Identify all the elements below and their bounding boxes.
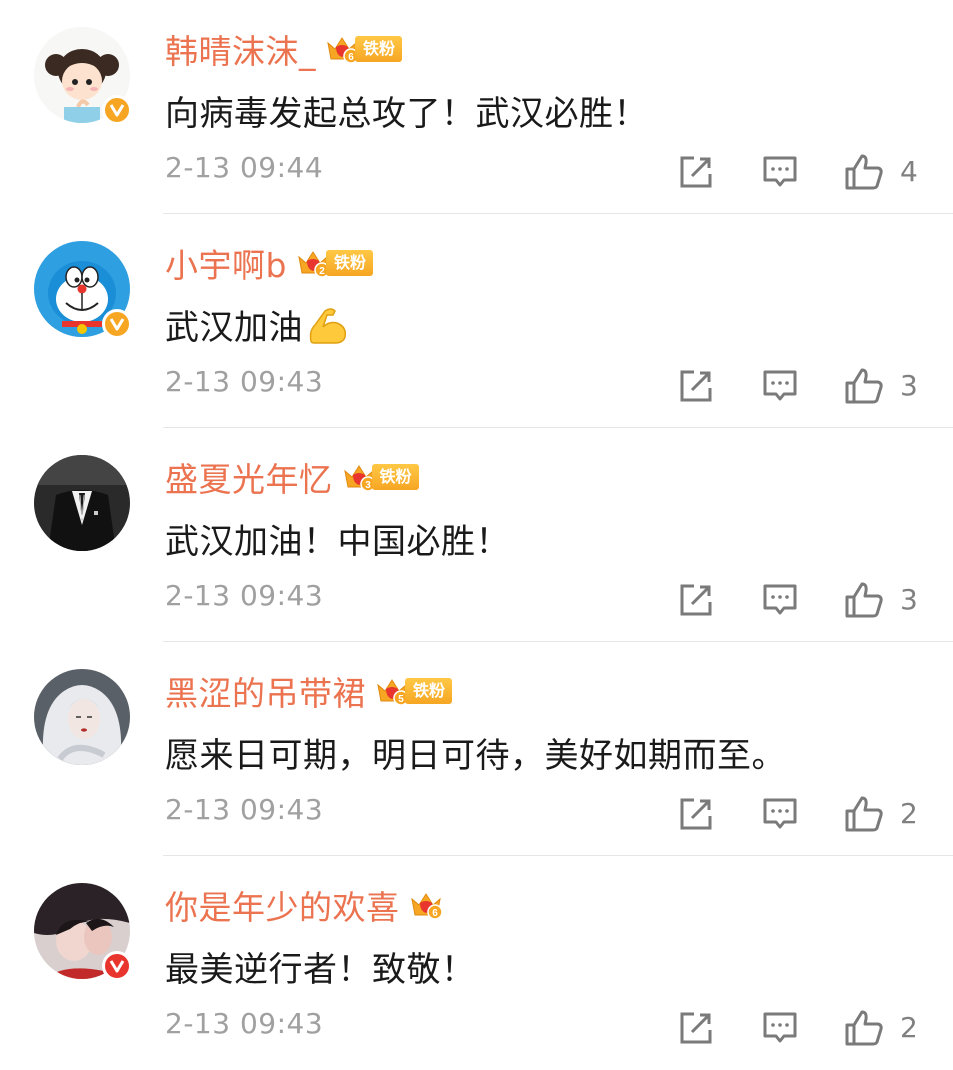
svg-text:3: 3 (365, 480, 371, 491)
comment-item: 韩晴沫沫_ 6 铁粉 向病毒发起总攻了！武汉必胜！ 2-13 09:44 4 (0, 0, 953, 214)
like-count: 3 (900, 583, 918, 616)
like-button[interactable] (842, 1006, 886, 1050)
comment-icon (763, 156, 797, 187)
like-count: 2 (900, 1011, 918, 1044)
comment-text: 愿来日可期，明日可待，美好如期而至。 (165, 736, 786, 776)
comment-item: 盛夏光年忆 3 铁粉 武汉加油！中国必胜！ 2-13 09:43 3 (0, 428, 953, 642)
fan-label: 铁粉 (371, 464, 419, 490)
fan-badge[interactable]: 6 铁粉 (325, 32, 403, 66)
username[interactable]: 你是年少的欢喜 (165, 881, 400, 929)
like-button[interactable] (842, 364, 886, 408)
username[interactable]: 黑涩的吊带裙 (165, 667, 366, 715)
thumbs-up-icon (845, 796, 883, 832)
avatar[interactable] (34, 883, 132, 981)
reply-button[interactable] (758, 364, 802, 408)
svg-text:6: 6 (432, 908, 438, 919)
like-count: 3 (900, 369, 918, 402)
username[interactable]: 韩晴沫沫_ (165, 25, 316, 73)
avatar[interactable] (34, 669, 130, 765)
crown-icon: 3 (343, 465, 376, 492)
crown-icon: 6 (327, 37, 359, 64)
verified-badge-icon (102, 951, 132, 981)
username[interactable]: 盛夏光年忆 (165, 453, 333, 501)
reply-button[interactable] (758, 1006, 802, 1050)
avatar[interactable] (34, 241, 132, 339)
verified-badge-icon (102, 95, 132, 125)
crown-icon: 2 (298, 251, 330, 278)
like-button[interactable] (842, 150, 886, 194)
share-icon (680, 584, 712, 616)
avatar[interactable] (34, 455, 130, 551)
avatar[interactable] (34, 27, 132, 125)
like-count: 4 (900, 155, 918, 188)
flexed-biceps-emoji (309, 308, 347, 344)
comment-text: 向病毒发起总攻了！武汉必胜！ (165, 94, 648, 134)
reply-button[interactable] (758, 150, 802, 194)
comment-icon (763, 1012, 797, 1043)
verified-badge-icon (102, 309, 132, 339)
thumbs-up-icon (845, 582, 883, 618)
comment-icon (763, 370, 797, 401)
comment-item: 黑涩的吊带裙 5 铁粉 愿来日可期，明日可待，美好如期而至。 2-13 09:4… (0, 642, 953, 856)
share-icon (680, 370, 712, 402)
crown-icon: 5 (377, 679, 409, 706)
fan-badge[interactable]: 5 铁粉 (375, 674, 453, 708)
svg-text:5: 5 (398, 694, 404, 705)
comment-text: 最美逆行者！致敬！ (165, 950, 476, 990)
share-icon (680, 1012, 712, 1044)
reply-button[interactable] (758, 578, 802, 622)
fan-label: 铁粉 (355, 36, 403, 62)
thumbs-up-icon (845, 1010, 883, 1046)
fan-badge[interactable]: 6 (409, 888, 443, 922)
reply-button[interactable] (758, 792, 802, 836)
like-count: 2 (900, 797, 918, 830)
comment-text-content: 武汉加油 (165, 308, 303, 348)
fan-label: 铁粉 (325, 250, 373, 276)
share-icon (680, 156, 712, 188)
svg-text:2: 2 (319, 266, 325, 277)
comment-item: 小宇啊b 2 铁粉 武汉加油 2-13 09:43 3 (0, 214, 953, 428)
thumbs-up-icon (845, 368, 883, 404)
share-button[interactable] (674, 150, 718, 194)
comment-icon (763, 584, 797, 615)
share-button[interactable] (674, 578, 718, 622)
fan-label: 铁粉 (405, 678, 453, 704)
comment-text: 武汉加油 (165, 300, 349, 349)
thumbs-up-icon (845, 154, 883, 190)
crown-icon: 6 (410, 893, 443, 920)
share-button[interactable] (674, 364, 718, 408)
comment-text: 武汉加油！中国必胜！ (165, 522, 510, 562)
comment-item: 你是年少的欢喜 6 最美逆行者！致敬！ 2-13 09:43 2 (0, 856, 953, 1070)
comment-icon (763, 798, 797, 829)
like-button[interactable] (842, 578, 886, 622)
share-button[interactable] (674, 792, 718, 836)
share-button[interactable] (674, 1006, 718, 1050)
svg-text:6: 6 (348, 52, 354, 63)
like-button[interactable] (842, 792, 886, 836)
fan-badge[interactable]: 3 铁粉 (342, 460, 419, 494)
share-icon (680, 798, 712, 830)
username[interactable]: 小宇啊b (165, 239, 287, 287)
fan-badge[interactable]: 2 铁粉 (296, 246, 373, 280)
